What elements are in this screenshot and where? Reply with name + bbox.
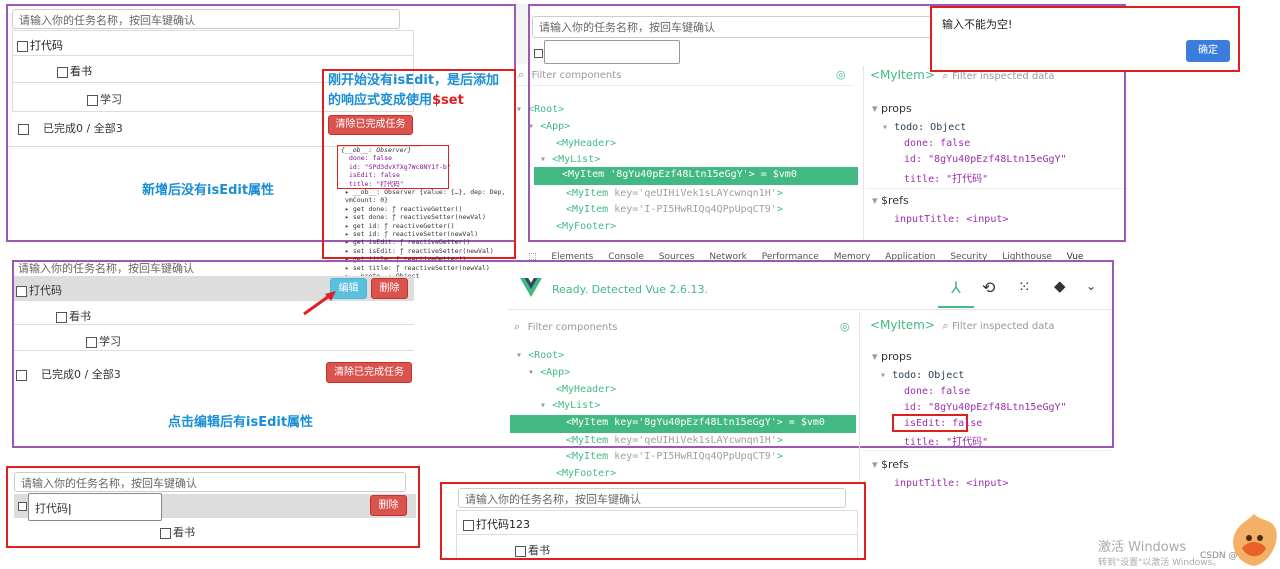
ref-input-title: inputTitle: <input>: [894, 478, 1009, 489]
arrow-icon: [303, 291, 336, 316]
console-line[interactable]: ▸ set done: ƒ reactiveSetter(newVal): [341, 213, 531, 221]
tree-myitem[interactable]: <MyItem key='I-PI5HwRIQq4QPpUpqCT9'>: [566, 451, 783, 462]
tab-performance[interactable]: Performance: [762, 252, 819, 262]
search-icon: ⌕: [514, 320, 521, 333]
filter-placeholder: Filter components: [527, 322, 618, 333]
components-tab[interactable]: ⅄: [938, 274, 974, 308]
clear-completed-button[interactable]: 清除已完成任务: [328, 115, 413, 135]
search-icon: ⌕: [942, 319, 949, 332]
timeline-icon[interactable]: ⟲: [982, 278, 995, 297]
tab-network[interactable]: Network: [709, 252, 747, 262]
tree-myitem-selected[interactable]: <MyItem key='8gYu40pEzf48Ltn15eGgY'> = $…: [510, 415, 856, 433]
tree-myfooter[interactable]: <MyFooter>: [556, 468, 616, 479]
console-line[interactable]: ▸ get done: ƒ reactiveGetter(): [341, 205, 531, 213]
prop-done: done: false: [904, 386, 971, 397]
filter-components[interactable]: ⌕ Filter components ◎: [514, 320, 854, 338]
console-line[interactable]: ▸ get isEdit: ƒ reactiveGetter(): [341, 238, 531, 246]
object-highlight-box: [337, 145, 449, 189]
alert-ok-button[interactable]: 确定: [1186, 40, 1230, 62]
props-section[interactable]: ▾ props: [872, 350, 912, 363]
console-line[interactable]: ▸ set id: ƒ reactiveSetter(newVal): [341, 230, 531, 238]
prop-title: title: "打代码": [904, 437, 989, 448]
tree-mylist[interactable]: ▾ <MyList>: [540, 400, 600, 411]
note-highlight: $set: [432, 93, 464, 108]
console-line[interactable]: ▸ __ob__: Observer {value: {…}, dep: Dep…: [341, 188, 531, 205]
chevron-down-icon[interactable]: ⌄: [1086, 279, 1096, 293]
vue-logo-icon: [520, 278, 542, 297]
router-icon[interactable]: ◆: [1054, 277, 1066, 295]
highlight-frame: [440, 482, 866, 560]
tab-console[interactable]: Console: [608, 252, 644, 262]
selected-component-name: <MyItem>: [870, 318, 935, 332]
tab-lighthouse[interactable]: Lighthouse: [1002, 252, 1052, 262]
search-icon: ⌕: [518, 68, 525, 81]
caption-no-isedit: 新增后没有isEdit属性: [142, 183, 275, 198]
prop-isedit: isEdit: false: [904, 418, 983, 429]
prop-id: id: "8gYu40pEzf48Ltn15eGgY": [904, 402, 1067, 413]
inspector-header: <MyItem> ⌕ Filter inspected data: [870, 318, 1110, 336]
refs-section[interactable]: ▾ $refs: [872, 458, 909, 471]
console-line[interactable]: ▸ get id: ƒ reactiveGetter(): [341, 222, 531, 230]
tree-app[interactable]: ▾ <App>: [528, 367, 570, 378]
alert-dialog: 输入不能为空! 确定: [934, 8, 1236, 70]
note-line-1: 刚开始没有isEdit，是后添加: [328, 73, 500, 88]
performance-icon[interactable]: ⁙: [1018, 278, 1031, 296]
prop-todo[interactable]: ▾ todo: Object: [880, 370, 964, 381]
inspector-panel: <MyItem> ⌕ Filter inspected data ▾ props…: [862, 312, 1112, 498]
vue-devtools-header: Ready. Detected Vue 2.6.13. ⅄ ⟲ ⁙ ◆ ⌄: [508, 270, 1112, 310]
inspect-icon[interactable]: ⬚: [528, 252, 537, 262]
tab-sources[interactable]: Sources: [659, 252, 695, 262]
devtools-tabbar: ⬚ Elements Console Sources Network Perfo…: [528, 252, 1112, 266]
tab-elements[interactable]: Elements: [551, 252, 593, 262]
divider: [862, 450, 1112, 451]
component-tree-panel: ⌕ Filter components ◎ ▾ <Root> ▾ <App> <…: [508, 312, 860, 482]
status-text: Ready. Detected Vue 2.6.13.: [552, 283, 708, 296]
console-line[interactable]: ▸ set isEdit: ƒ reactiveSetter(newVal): [341, 247, 531, 255]
caption-has-isedit: 点击编辑后有isEdit属性: [168, 415, 314, 430]
filter-data-placeholder[interactable]: Filter inspected data: [952, 321, 1054, 332]
tab-memory[interactable]: Memory: [834, 252, 871, 262]
tree-myitem[interactable]: <MyItem key='qeUIHiVek1sLAYcwnqn1H'>: [566, 435, 783, 446]
highlight-frame: [6, 466, 420, 548]
components-icon: ⅄: [951, 278, 961, 297]
tree-myheader[interactable]: <MyHeader>: [556, 384, 616, 395]
select-component-icon[interactable]: ◎: [840, 320, 850, 333]
alert-message: 输入不能为空!: [942, 18, 1013, 31]
tab-security[interactable]: Security: [950, 252, 987, 262]
tree-root[interactable]: ▾ <Root>: [516, 350, 564, 361]
note-line-2: 的响应式变成使用: [328, 93, 433, 108]
tab-application[interactable]: Application: [885, 252, 935, 262]
tab-vue[interactable]: Vue: [1067, 252, 1084, 262]
annotation-note: 刚开始没有isEdit，是后添加 的响应式变成使用$set: [328, 71, 516, 111]
avatar: [1233, 514, 1277, 566]
